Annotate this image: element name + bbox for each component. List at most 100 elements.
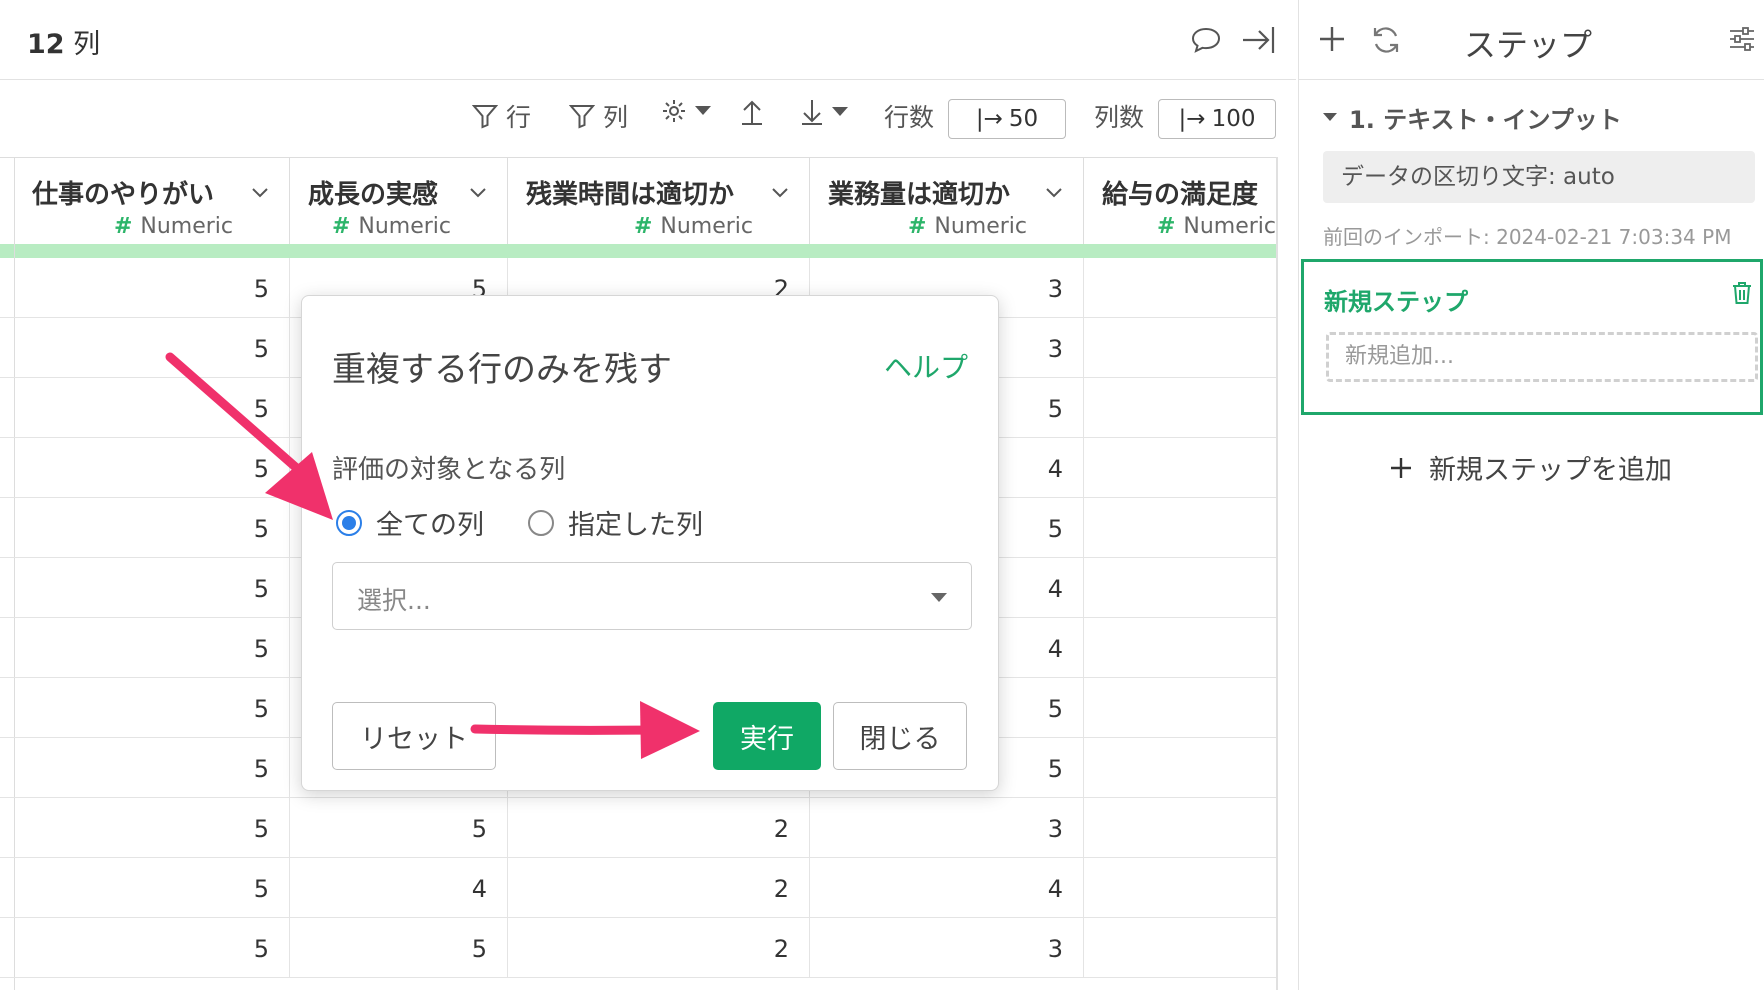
plus-icon[interactable] <box>1317 24 1347 54</box>
step-text-input[interactable]: 1. テキスト・インプット <box>1323 100 1622 135</box>
column-type: # Numeric <box>331 214 451 239</box>
table-cell[interactable] <box>1084 618 1276 678</box>
run-button[interactable]: 実行 <box>713 702 821 770</box>
table-cell[interactable]: 5 <box>14 798 290 858</box>
column-header[interactable]: 仕事のやりがい # Numeric <box>14 158 290 244</box>
close-button[interactable]: 閉じる <box>833 702 967 770</box>
table-cell[interactable]: 2 <box>508 918 810 978</box>
caret-down-icon <box>695 106 711 115</box>
row-filter-label: 行 <box>506 103 532 132</box>
table-cell[interactable]: 5 <box>14 678 290 738</box>
column-header[interactable]: 給与の満足度 # Numeric <box>1084 158 1276 244</box>
table-cell[interactable] <box>1084 858 1276 918</box>
row-count-label: 行数 <box>884 103 935 132</box>
column-select[interactable]: 選択... <box>332 562 972 630</box>
table-row: 5523 <box>0 798 1276 858</box>
table-cell[interactable]: 3 <box>810 798 1084 858</box>
table-cell[interactable]: 5 <box>14 558 290 618</box>
radio-selected-icon[interactable] <box>336 509 362 536</box>
sort-ascending-button[interactable] <box>740 98 764 126</box>
table-cell[interactable]: 5 <box>14 318 290 378</box>
row-count-input[interactable]: |→ 50 <box>948 99 1066 139</box>
limit-icon: |→ <box>1178 106 1206 132</box>
target-columns-label: 評価の対象となる列 <box>332 455 566 485</box>
column-count-input[interactable]: |→ 100 <box>1158 99 1276 139</box>
table-cell[interactable]: 2 <box>508 858 810 918</box>
help-link[interactable]: ヘルプ <box>884 346 968 386</box>
table-right-border <box>1276 157 1278 990</box>
limit-icon: |→ <box>975 106 1003 132</box>
table-cell[interactable]: 5 <box>14 858 290 918</box>
new-step-card: 新規ステップ 新規追加... <box>1301 259 1763 415</box>
radio-specified-columns-label: 指定した列 <box>568 510 703 541</box>
trash-icon[interactable] <box>1730 280 1754 306</box>
data-header-bar: 12 列 <box>0 0 1296 80</box>
table-cell[interactable]: 5 <box>14 618 290 678</box>
table-cell[interactable] <box>1084 498 1276 558</box>
main-area: 12 列 行 列 行数 |→ 50 列数 |→ 100 仕事のやりがい # Nu… <box>0 0 1296 990</box>
sliders-icon[interactable] <box>1727 24 1757 54</box>
table-cell[interactable] <box>1084 318 1276 378</box>
collapse-panel-icon[interactable] <box>1240 22 1276 58</box>
table-cell[interactable]: 4 <box>810 858 1084 918</box>
add-new-step-label: 新規ステップを追加 <box>1429 455 1672 486</box>
table-cell[interactable] <box>1084 378 1276 438</box>
table-cell[interactable]: 5 <box>14 258 290 318</box>
column-type: # Numeric <box>633 214 753 239</box>
column-header[interactable]: 成長の実感 # Numeric <box>290 158 508 244</box>
column-count-label: 列数 <box>1094 103 1145 132</box>
caret-down-icon <box>832 107 848 116</box>
column-header[interactable]: 残業時間は適切か # Numeric <box>508 158 810 244</box>
table-cell[interactable] <box>1084 438 1276 498</box>
table-cell[interactable]: 5 <box>14 918 290 978</box>
column-name: 仕事のやりがい <box>32 180 215 210</box>
chevron-down-icon[interactable] <box>772 188 788 198</box>
step-title: 1. テキスト・インプット <box>1349 106 1622 134</box>
step-setting[interactable]: データの区切り文字: auto <box>1323 151 1755 203</box>
table-cell[interactable]: 2 <box>508 798 810 858</box>
chevron-down-icon[interactable] <box>1046 188 1062 198</box>
add-new-step-button[interactable]: 新規ステップを追加 <box>1389 448 1672 487</box>
table-cell[interactable]: 5 <box>14 498 290 558</box>
new-step-input[interactable]: 新規追加... <box>1326 332 1758 382</box>
radio-all-columns[interactable]: 全ての列 <box>336 503 484 542</box>
keep-duplicate-rows-dialog: 重複する行のみを残す ヘルプ 評価の対象となる列 全ての列 指定した列 選択..… <box>301 295 999 791</box>
table-cell[interactable] <box>1084 258 1276 318</box>
chevron-down-icon[interactable] <box>252 188 268 198</box>
chevron-down-icon[interactable] <box>470 188 486 198</box>
refresh-icon[interactable] <box>1370 24 1402 56</box>
table-cell[interactable] <box>1084 918 1276 978</box>
step-last-import: 前回のインポート: 2024-02-21 7:03:34 PM <box>1323 225 1732 249</box>
column-filter-button[interactable]: 列 <box>569 98 628 134</box>
column-name: 残業時間は適切か <box>526 180 735 210</box>
column-count: 12 列 <box>27 29 101 60</box>
plus-icon <box>1391 457 1411 478</box>
filter-icon <box>569 105 595 129</box>
radio-all-columns-label: 全ての列 <box>376 510 484 541</box>
table-cell[interactable]: 5 <box>290 918 508 978</box>
column-type: # Numeric <box>113 214 233 239</box>
column-header[interactable]: 業務量は適切か # Numeric <box>810 158 1084 244</box>
table-cell[interactable] <box>1084 798 1276 858</box>
reset-button[interactable]: リセット <box>332 702 496 770</box>
row-filter-button[interactable]: 行 <box>472 98 531 134</box>
table-cell[interactable] <box>1084 738 1276 798</box>
numeric-type-bar <box>0 244 1276 258</box>
steps-panel-header: ステップ <box>1299 0 1764 80</box>
table-cell[interactable]: 5 <box>290 798 508 858</box>
settings-menu-button[interactable] <box>661 98 711 124</box>
radio-unselected-icon[interactable] <box>528 509 554 536</box>
table-cell[interactable]: 5 <box>14 438 290 498</box>
table-cell[interactable]: 5 <box>14 738 290 798</box>
radio-specified-columns[interactable]: 指定した列 <box>528 503 703 542</box>
arrow-up-icon <box>742 100 762 125</box>
table-cell[interactable]: 5 <box>14 378 290 438</box>
sort-descending-button[interactable] <box>800 98 848 126</box>
table-cell[interactable] <box>1084 678 1276 738</box>
column-name: 成長の実感 <box>308 180 439 210</box>
arrow-down-icon <box>802 100 822 125</box>
table-cell[interactable]: 3 <box>810 918 1084 978</box>
table-cell[interactable] <box>1084 558 1276 618</box>
comment-icon[interactable] <box>1188 22 1224 58</box>
table-cell[interactable]: 4 <box>290 858 508 918</box>
